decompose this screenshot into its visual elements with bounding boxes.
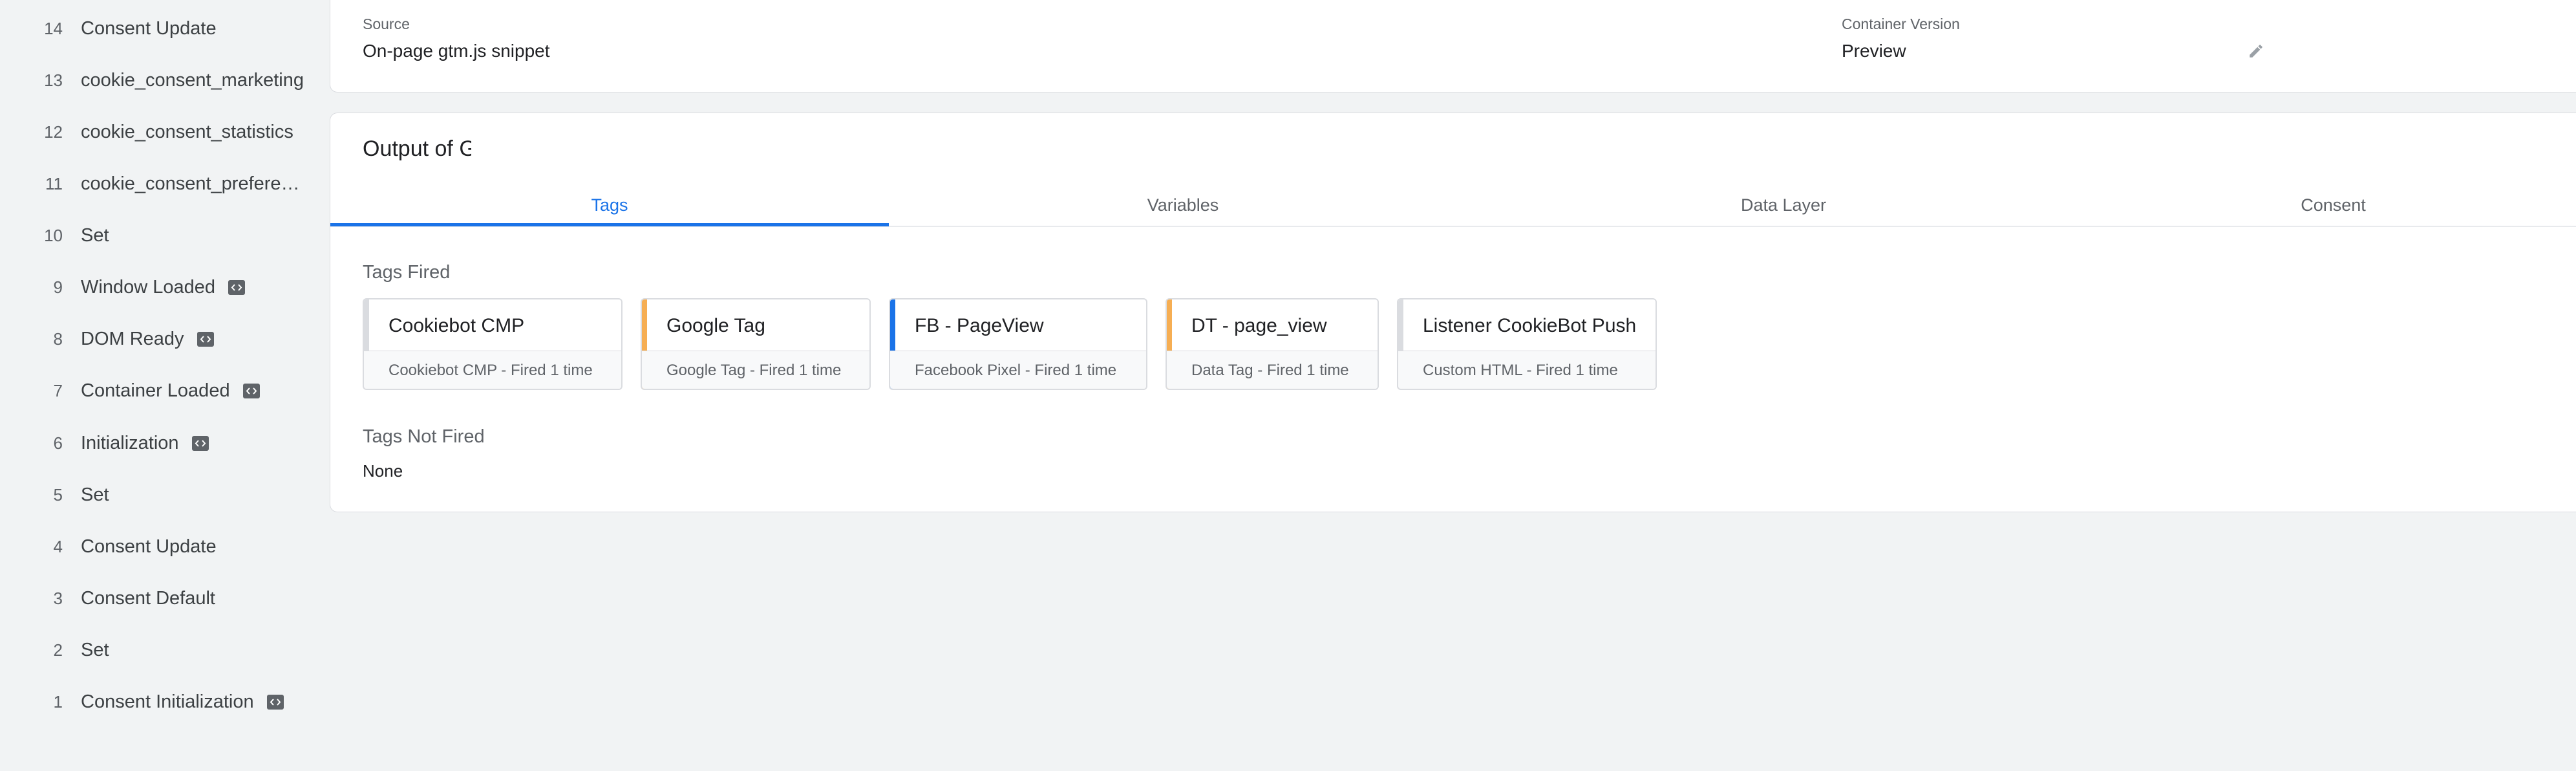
event-number: 3	[53, 588, 63, 608]
tag-meta: Cookiebot CMP - Fired 1 time	[389, 362, 593, 379]
code-icon	[266, 694, 284, 710]
tag-name: Google Tag	[666, 315, 765, 336]
event-number: 13	[44, 70, 63, 90]
tag-card-cookiebot-cmp[interactable]: Cookiebot CMP Cookiebot CMP - Fired 1 ti…	[363, 298, 623, 390]
event-number: 11	[45, 173, 63, 193]
tags-not-fired-value: None	[363, 461, 403, 481]
source-value: On-page gtm.js snippet	[363, 41, 550, 61]
sidebar-item-6[interactable]: 6 Initialization	[0, 424, 326, 462]
tag-card-google-tag[interactable]: Google Tag Google Tag - Fired 1 time	[641, 298, 871, 390]
tag-footer: Data Tag - Fired 1 time	[1167, 351, 1378, 389]
tab-data-layer[interactable]: Data Layer	[1477, 184, 2090, 226]
event-label: Consent Initialization	[81, 691, 254, 712]
container-version-label: Container Version	[1842, 16, 1960, 32]
output-tabs: Tags Variables Data Layer Consent	[330, 184, 2576, 227]
event-label: Consent Update	[81, 17, 217, 39]
sidebar-item-12[interactable]: 12 cookie_consent_statistics	[0, 113, 326, 151]
event-label: cookie_consent_statistics	[81, 121, 293, 142]
event-label: Container Loaded	[81, 380, 230, 401]
sidebar-item-9[interactable]: 9 Window Loaded	[0, 268, 326, 307]
tag-meta: Google Tag - Fired 1 time	[666, 362, 842, 379]
event-number: 10	[44, 225, 63, 245]
sidebar-item-13[interactable]: 13 cookie_consent_marketing	[0, 61, 326, 100]
info-card: Source On-page gtm.js snippet Container …	[330, 0, 2576, 92]
output-card: Output of G Tags Variables Data Layer Co…	[330, 113, 2576, 512]
event-number: 5	[53, 484, 63, 505]
event-label: Consent Default	[81, 587, 215, 609]
sidebar-item-4[interactable]: 4 Consent Update	[0, 527, 326, 566]
code-icon	[197, 331, 214, 347]
event-number: 12	[44, 122, 63, 142]
sidebar-item-5[interactable]: 5 Set	[0, 475, 326, 514]
tag-name: Cookiebot CMP	[389, 315, 525, 336]
tab-variables[interactable]: Variables	[889, 184, 1477, 226]
code-icon	[228, 279, 245, 295]
tab-consent[interactable]: Consent	[2090, 184, 2576, 226]
sidebar-item-3[interactable]: 3 Consent Default	[0, 579, 326, 618]
tag-name: Listener CookieBot Push	[1423, 315, 1637, 336]
event-label: Consent Update	[81, 536, 217, 557]
tag-meta: Data Tag - Fired 1 time	[1191, 362, 1349, 379]
tag-card-dt-page-view[interactable]: DT - page_view Data Tag - Fired 1 time	[1166, 298, 1379, 390]
event-sidebar: 14 Consent Update 13 cookie_consent_mark…	[0, 0, 326, 771]
tag-footer: Google Tag - Fired 1 time	[642, 351, 869, 389]
sidebar-item-8[interactable]: 8 DOM Ready	[0, 320, 326, 358]
event-number: 9	[53, 277, 63, 297]
event-number: 8	[53, 329, 63, 349]
event-number: 1	[53, 691, 63, 711]
event-number: 7	[53, 380, 63, 400]
event-label: Set	[81, 224, 109, 246]
event-number: 6	[53, 433, 63, 453]
tags-not-fired-heading: Tags Not Fired	[363, 426, 485, 447]
tag-name: FB - PageView	[915, 315, 1044, 336]
event-label: Set	[81, 484, 109, 505]
tag-footer: Custom HTML - Fired 1 time	[1398, 351, 1655, 389]
tag-meta: Facebook Pixel - Fired 1 time	[915, 362, 1117, 379]
event-label: DOM Ready	[81, 328, 184, 349]
source-label: Source	[363, 16, 410, 32]
tag-footer: Facebook Pixel - Fired 1 time	[890, 351, 1146, 389]
tag-meta: Custom HTML - Fired 1 time	[1423, 362, 1618, 379]
container-version-value: Preview	[1842, 41, 1906, 61]
sidebar-item-2[interactable]: 2 Set	[0, 631, 326, 669]
event-number: 14	[44, 18, 63, 38]
code-icon	[242, 383, 260, 398]
event-label: Window Loaded	[81, 276, 215, 298]
event-number: 2	[53, 640, 63, 660]
active-tab-indicator	[330, 223, 889, 226]
sidebar-item-7[interactable]: 7 Container Loaded	[0, 371, 326, 410]
tab-tags[interactable]: Tags	[330, 184, 889, 226]
sidebar-item-14[interactable]: 14 Consent Update	[0, 9, 326, 48]
tag-name: DT - page_view	[1191, 315, 1327, 336]
code-icon	[191, 435, 209, 451]
sidebar-item-11[interactable]: 11 cookie_consent_preferences	[0, 164, 326, 203]
sidebar-item-1[interactable]: 1 Consent Initialization	[0, 682, 326, 721]
tags-fired-heading: Tags Fired	[363, 262, 451, 283]
sidebar-item-10[interactable]: 10 Set	[0, 216, 326, 255]
event-label: cookie_consent_preferences	[81, 173, 304, 194]
event-label: Initialization	[81, 432, 179, 453]
pencil-icon[interactable]	[2248, 43, 2264, 63]
event-label: cookie_consent_marketing	[81, 69, 304, 91]
tag-footer: Cookiebot CMP - Fired 1 time	[364, 351, 621, 389]
tag-card-fb-pageview[interactable]: FB - PageView Facebook Pixel - Fired 1 t…	[889, 298, 1147, 390]
event-number: 4	[53, 536, 63, 556]
tag-card-listener-cookiebot-push[interactable]: Listener CookieBot Push Custom HTML - Fi…	[1397, 298, 1657, 390]
event-label: Set	[81, 639, 109, 660]
output-title: Output of G	[363, 136, 471, 161]
